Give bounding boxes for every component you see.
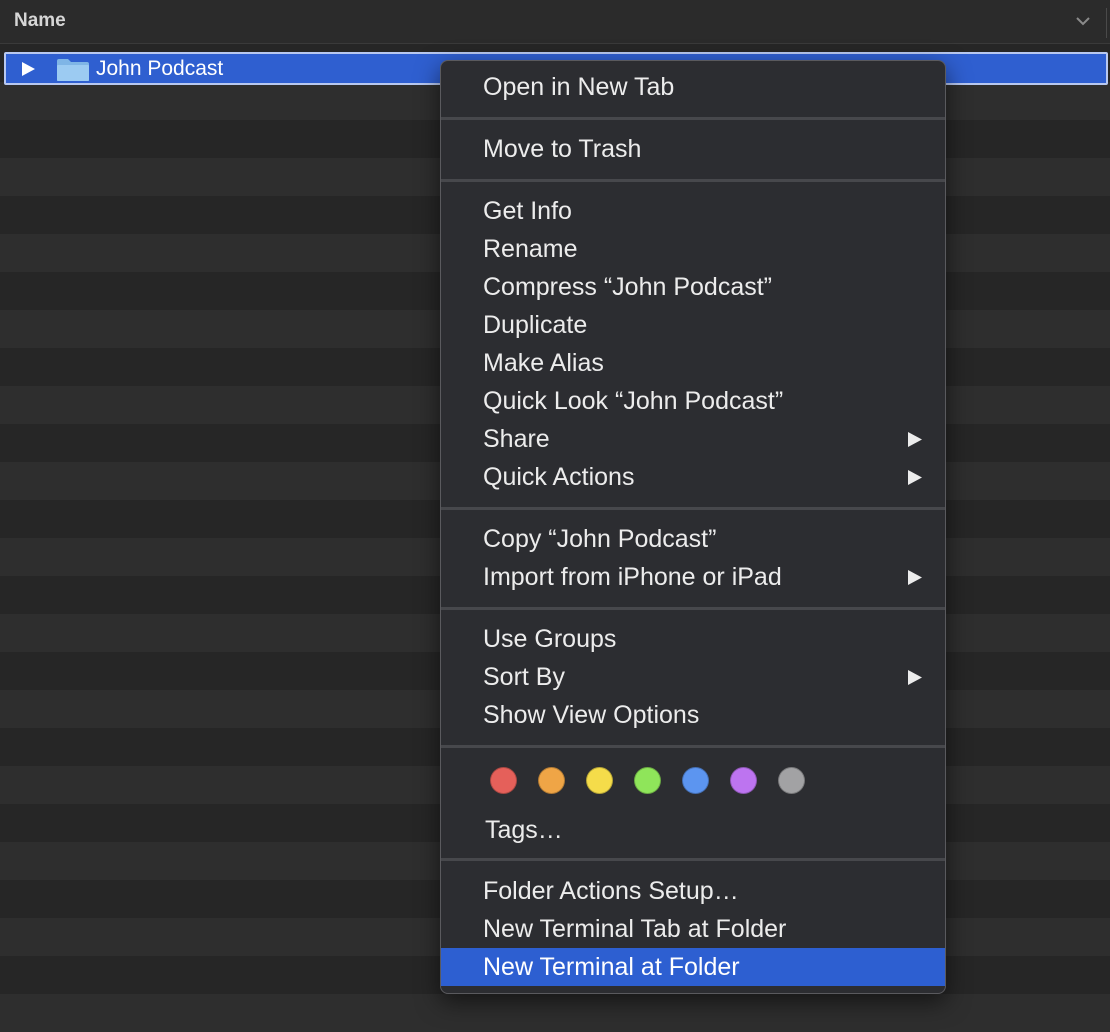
tag-green[interactable]	[634, 767, 661, 794]
submenu-arrow-icon	[908, 432, 922, 447]
tag-purple[interactable]	[730, 767, 757, 794]
submenu-arrow-icon	[908, 470, 922, 485]
menu-item-quick-actions[interactable]: Quick Actions	[441, 458, 945, 496]
tag-blue[interactable]	[682, 767, 709, 794]
menu-item-folder-actions-setup[interactable]: Folder Actions Setup…	[441, 872, 945, 910]
menu-item-sort-by[interactable]: Sort By	[441, 658, 945, 696]
menu-item-get-info[interactable]: Get Info	[441, 192, 945, 230]
menu-separator	[441, 117, 945, 120]
menu-separator	[441, 507, 945, 510]
menu-item-copy[interactable]: Copy “John Podcast”	[441, 520, 945, 558]
menu-item-share[interactable]: Share	[441, 420, 945, 458]
menu-item-compress[interactable]: Compress “John Podcast”	[441, 268, 945, 306]
menu-item-make-alias[interactable]: Make Alias	[441, 344, 945, 382]
menu-item-quick-look[interactable]: Quick Look “John Podcast”	[441, 382, 945, 420]
menu-separator	[441, 745, 945, 748]
chevron-down-icon[interactable]	[1074, 14, 1092, 28]
submenu-arrow-icon	[908, 670, 922, 685]
menu-separator	[441, 858, 945, 861]
tag-red[interactable]	[490, 767, 517, 794]
menu-item-open-in-new-tab[interactable]: Open in New Tab	[441, 68, 945, 106]
menu-separator	[441, 607, 945, 610]
menu-item-rename[interactable]: Rename	[441, 230, 945, 268]
file-name: John Podcast	[96, 57, 224, 80]
menu-item-tags[interactable]: Tags…	[485, 811, 563, 849]
menu-item-label: Quick Actions	[483, 463, 635, 491]
menu-item-use-groups[interactable]: Use Groups	[441, 620, 945, 658]
menu-item-label: Import from iPhone or iPad	[483, 563, 782, 591]
menu-item-label: Sort By	[483, 663, 565, 691]
menu-item-show-view-options[interactable]: Show View Options	[441, 696, 945, 734]
tag-yellow[interactable]	[586, 767, 613, 794]
submenu-arrow-icon	[908, 570, 922, 585]
tag-orange[interactable]	[538, 767, 565, 794]
menu-separator	[441, 179, 945, 182]
disclosure-triangle-icon[interactable]	[20, 61, 36, 77]
menu-item-label: Share	[483, 425, 550, 453]
column-divider	[1106, 8, 1107, 38]
menu-item-import-from-iphone[interactable]: Import from iPhone or iPad	[441, 558, 945, 596]
list-header: Name	[0, 0, 1110, 44]
menu-item-duplicate[interactable]: Duplicate	[441, 306, 945, 344]
menu-item-new-terminal-tab[interactable]: New Terminal Tab at Folder	[441, 910, 945, 948]
context-menu: Open in New Tab Move to Trash Get Info R…	[440, 60, 946, 994]
menu-item-move-to-trash[interactable]: Move to Trash	[441, 130, 945, 168]
folder-icon	[57, 59, 89, 81]
menu-item-new-terminal[interactable]: New Terminal at Folder	[441, 948, 945, 986]
column-header-name[interactable]: Name	[14, 10, 66, 32]
tag-gray[interactable]	[778, 767, 805, 794]
